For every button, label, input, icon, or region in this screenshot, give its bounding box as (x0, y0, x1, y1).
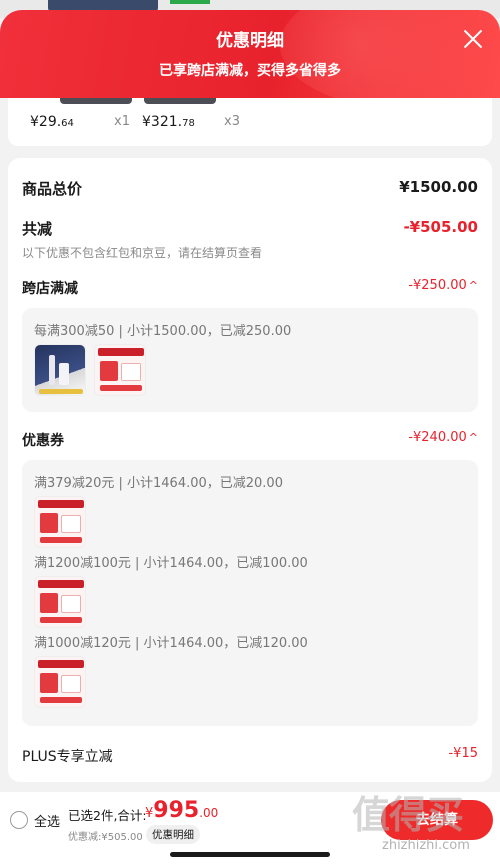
product-image-detail (39, 389, 83, 394)
cross-store-label: 跨店满减 (22, 281, 78, 297)
header-decoration (280, 10, 500, 98)
discount-detail-header: 优惠明细 已享跨店满减，买得多省得多 (0, 10, 500, 98)
product-image-detail (38, 500, 84, 508)
coupon-rule: 满1200减100元 | 小计1464.00，已减100.00 (34, 556, 308, 571)
product-image-detail (100, 385, 142, 391)
watermark-url: zhizhizhi.com (382, 838, 470, 853)
product-image-detail (49, 355, 55, 385)
product-image-detail (38, 660, 84, 668)
coupon-value: -¥240.00 ^ (408, 430, 478, 445)
total-price-value: ¥1500.00 (399, 178, 478, 196)
product-image-detail (61, 515, 81, 533)
product-image-detail (61, 675, 81, 693)
product-thumbnail (60, 98, 132, 104)
discount-detail-card: 商品总价 ¥1500.00 共减 -¥505.00 以下优惠不包含红包和京豆，请… (8, 158, 492, 782)
product-image[interactable] (34, 344, 86, 396)
home-indicator (170, 852, 330, 857)
cross-store-value: -¥250.00 ^ (408, 278, 478, 293)
header-subtitle: 已享跨店满减，买得多省得多 (159, 63, 341, 79)
product-thumbnail (144, 98, 216, 104)
plus-discount-value: -¥15 (448, 746, 478, 761)
chevron-up-icon: ^ (468, 279, 478, 292)
product-image-detail (40, 617, 82, 623)
cross-store-rule: 每满300减50 | 小计1500.00，已减250.00 (34, 324, 292, 339)
product-price: ¥321.78 (142, 114, 195, 130)
selected-summary: 已选2件,合计: (68, 808, 147, 823)
product-image[interactable] (34, 656, 86, 708)
cross-store-box: 每满300减50 | 小计1500.00，已减250.00 (22, 308, 478, 412)
close-icon[interactable] (462, 28, 484, 50)
total-discount-row: 共减 -¥505.00 (22, 218, 478, 239)
product-image-detail (61, 595, 81, 613)
product-image-detail (40, 593, 58, 613)
plus-discount-row: PLUS专享立减 -¥15 (22, 746, 478, 766)
total-discount-value: -¥505.00 (403, 218, 478, 236)
product-quantity: x1 (114, 114, 130, 129)
product-image-detail (98, 348, 144, 356)
plus-discount-label: PLUS专享立减 (22, 749, 113, 765)
product-image-detail (40, 537, 82, 543)
product-quantity: x3 (224, 114, 240, 129)
total-amount: ¥995.00 (145, 798, 219, 823)
chevron-up-icon: ^ (468, 431, 478, 444)
select-all-radio[interactable] (10, 811, 28, 829)
coupon-rule: 满379减20元 | 小计1464.00，已减20.00 (34, 476, 283, 491)
coupon-box: 满379减20元 | 小计1464.00，已减20.00 满1200减100元 … (22, 460, 478, 726)
discount-detail-button[interactable]: 优惠明细 (146, 825, 200, 844)
product-image-detail (59, 363, 69, 385)
product-image[interactable] (94, 344, 146, 396)
background-bar (170, 0, 210, 4)
product-image-detail (100, 361, 118, 381)
coupon-rule: 满1000减120元 | 小计1464.00，已减120.00 (34, 636, 308, 651)
product-strip: ¥29.64 x1 ¥321.78 x3 (8, 98, 492, 146)
cross-store-section-header[interactable]: 跨店满减 -¥250.00 ^ (22, 278, 478, 298)
watermark-logo: 值得买 (352, 793, 464, 837)
page-title: 优惠明细 (216, 31, 284, 51)
discount-note: 以下优惠不包含红包和京豆，请在结算页查看 (22, 246, 263, 260)
product-image-detail (121, 363, 141, 381)
product-image-detail (40, 673, 58, 693)
product-price: ¥29.64 (30, 114, 74, 130)
product-image[interactable] (34, 576, 86, 628)
total-price-row: 商品总价 ¥1500.00 (22, 178, 478, 199)
total-price-label: 商品总价 (22, 180, 83, 198)
total-discount-label: 共减 (22, 220, 53, 238)
product-image-detail (38, 580, 84, 588)
coupon-section-header[interactable]: 优惠券 -¥240.00 ^ (22, 430, 478, 450)
product-image-detail (40, 697, 82, 703)
coupon-label: 优惠券 (22, 433, 64, 449)
product-image[interactable] (34, 496, 86, 548)
select-all-label[interactable]: 全选 (34, 811, 60, 830)
product-image-detail (40, 513, 58, 533)
saved-amount: 优惠减:¥505.00 (68, 832, 143, 843)
